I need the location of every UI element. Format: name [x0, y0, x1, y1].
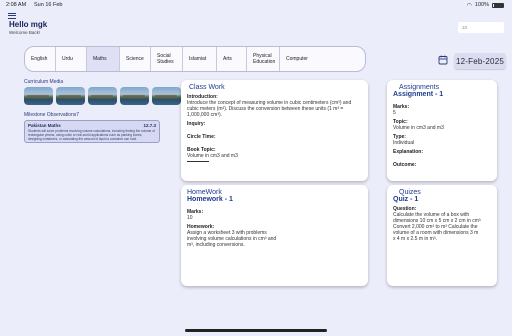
classwork-circle-time-label: Circle Time:: [187, 134, 216, 140]
curriculum-media-row: [24, 87, 181, 105]
welcome-text: Welcome Back!: [9, 30, 41, 35]
battery-icon: [492, 2, 504, 8]
classwork-title: Class Work: [189, 84, 225, 91]
media-thumbnail[interactable]: [120, 87, 149, 105]
tab-arts[interactable]: Arts: [217, 47, 247, 71]
assignment-explanation-label: Explanation:: [393, 149, 424, 155]
quizes-title: Quizes: [399, 189, 421, 196]
milestone-title: Pakistan Maths: [28, 123, 61, 128]
greeting-title: Hello mgk: [9, 20, 48, 29]
tab-urdu[interactable]: Urdu: [56, 47, 87, 71]
assignments-title: Assignments: [399, 84, 440, 91]
tab-english[interactable]: English: [25, 47, 56, 71]
curriculum-media-label: Curriculum Media: [24, 79, 64, 85]
homework-marks-value: 10: [187, 215, 193, 221]
assignment-marks-value: 5: [393, 110, 396, 116]
home-indicator: [185, 329, 327, 332]
tab-computer[interactable]: Computer: [280, 47, 346, 71]
menu-icon[interactable]: [8, 13, 16, 19]
media-thumbnail[interactable]: [24, 87, 53, 105]
wifi-icon: ◠: [466, 2, 472, 9]
tab-islamiat[interactable]: Islamiat: [183, 47, 217, 71]
assignment-subtitle: Assignment - 1: [393, 91, 444, 98]
classwork-divider: [187, 161, 209, 162]
media-thumbnail[interactable]: [88, 87, 117, 105]
tab-social-studies[interactable]: Social Studies: [151, 47, 183, 71]
milestone-text: Students will solve problems involving v…: [28, 129, 155, 142]
search-input[interactable]: 10: [458, 22, 504, 33]
status-date: Sun 16 Feb: [34, 2, 63, 8]
milestone-label: Milestone Observations7: [24, 112, 80, 118]
tab-science[interactable]: Science: [120, 47, 151, 71]
classwork-book-topic-value: Volume in cm3 and m3: [187, 153, 238, 159]
classwork-introduction-value: Introduce the concept of measuring volum…: [187, 100, 352, 118]
homework-card[interactable]: HomeWork Homework - 1 Marks: 10 Homework…: [181, 185, 368, 286]
calendar-icon[interactable]: [438, 54, 448, 66]
homework-description-value: Assign a worksheet 3 with problems invol…: [187, 230, 277, 248]
subject-tabs: English Urdu Maths Science Social Studie…: [24, 46, 366, 72]
battery-percent: 100%: [474, 2, 489, 8]
milestone-code: 12.7.3: [143, 123, 156, 128]
status-bar: 2:08 AM Sun 16 Feb ◠ 100%: [0, 0, 512, 10]
quizes-card[interactable]: Quizes Quiz - 1 Question: Calculate the …: [387, 185, 497, 286]
classwork-card[interactable]: Class Work Introduction: Introduce the c…: [181, 80, 368, 181]
classwork-inquiry-label: Inquiry:: [187, 121, 206, 127]
quiz-subtitle: Quiz - 1: [393, 196, 419, 203]
assignments-card[interactable]: Assignments Assignment - 1 Marks: 5 Topi…: [387, 80, 497, 181]
homework-title: HomeWork: [187, 189, 222, 196]
tab-maths[interactable]: Maths: [87, 47, 120, 71]
date-selector[interactable]: 12-Feb-2025: [454, 53, 506, 69]
assignment-topic-value: Volume in cm3 and m3: [393, 125, 444, 131]
media-thumbnail[interactable]: [56, 87, 85, 105]
quiz-question-value: Calculate the volume of a box with dimen…: [393, 212, 481, 242]
tab-physical-education[interactable]: Physical Education: [247, 47, 280, 71]
media-thumbnail[interactable]: [152, 87, 181, 105]
status-time: 2:08 AM: [6, 2, 27, 8]
status-right: ◠ 100%: [467, 2, 504, 9]
assignment-type-value: Individual: [393, 140, 415, 146]
milestone-card[interactable]: Pakistan Maths 12.7.3 Students will solv…: [24, 120, 160, 143]
assignment-outcome-label: Outcome:: [393, 162, 417, 168]
homework-subtitle: Homework - 1: [187, 196, 233, 203]
